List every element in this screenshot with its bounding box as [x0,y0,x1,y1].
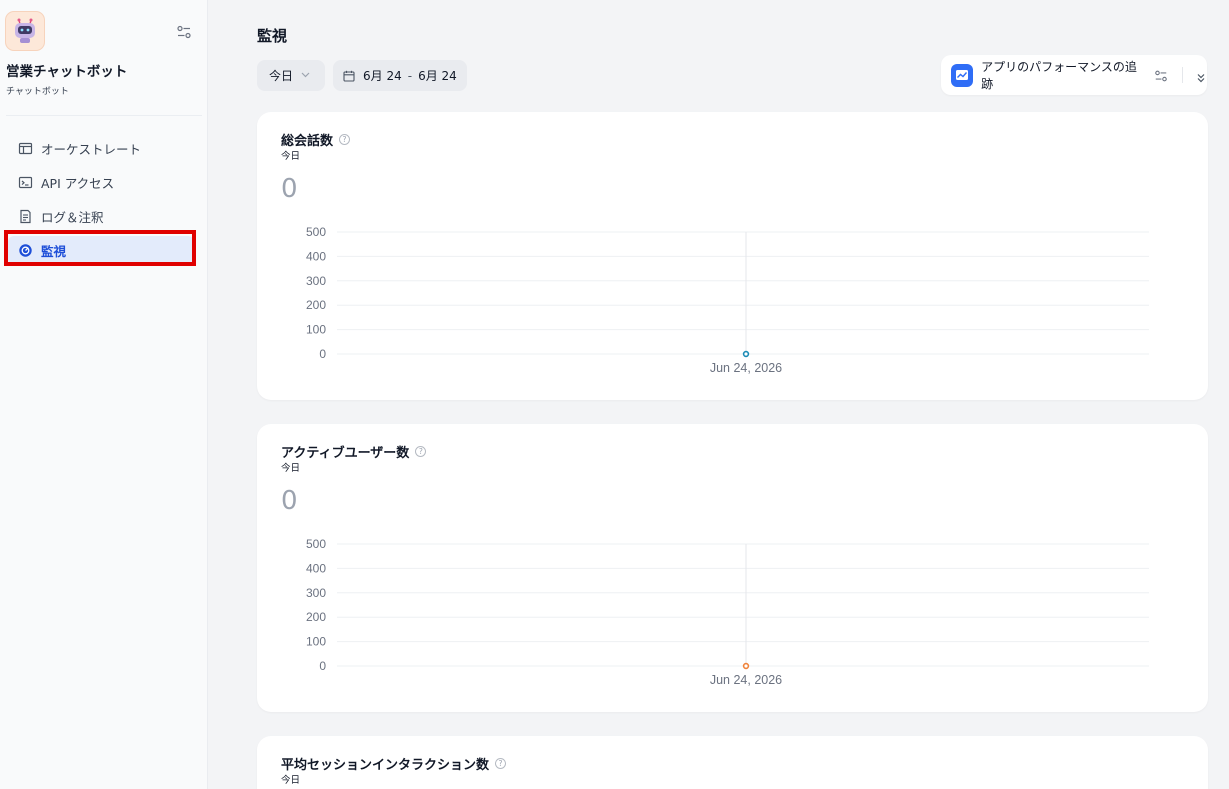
sidebar-item-orchestrate[interactable]: オーケストレート [8,134,194,163]
x-tick-label: Jun 24, 2026 [710,673,782,687]
date-separator: - [407,68,413,83]
app-settings-icon[interactable] [176,24,192,40]
app-type: チャットボット [6,87,69,97]
layout-icon [18,141,33,156]
calendar-icon [343,70,355,82]
help-icon[interactable]: ? [495,758,507,769]
page-title: 監視 [257,27,288,45]
y-tick-label: 100 [306,323,326,337]
sidebar-item-label: オーケストレート [41,142,142,157]
tracking-divider [1182,67,1183,83]
tracking-label: アプリのパフォーマンスの追跡 [981,60,1137,91]
active-users-card: アクティブユーザー数 ? 今日 0 500 400 300 200 100 0 Jun 24… [257,424,1208,712]
y-tick-label: 500 [306,537,326,551]
y-tick-label: 500 [306,225,326,239]
y-tick-label: 200 [306,610,326,624]
robot-icon [5,11,45,51]
total-conversations-chart: 500 400 300 200 100 0 Jun 24, 2026 [306,225,1149,375]
chevron-down-icon [301,71,310,81]
y-tick-label: 0 [319,347,326,361]
tracking-app-icon [951,63,974,87]
data-point[interactable] [742,350,750,358]
period-value: 今日 [269,69,294,83]
sidebar-item-label: API アクセス [41,176,115,191]
y-tick-label: 0 [319,659,326,673]
period-select[interactable]: 今日 [257,60,325,91]
card-title: 平均セッションインタラクション数 ? [281,754,507,773]
date-start: 6月 24 [363,69,402,83]
y-tick-label: 100 [306,635,326,649]
total-conversations-card: 総会話数 ? 今日 0 500 400 300 200 100 0 Jun 24, 2026 [257,112,1208,400]
data-point[interactable] [742,662,750,670]
sidebar-item-monitoring[interactable]: 監視 [8,236,194,265]
sidebar-item-api-access[interactable]: API アクセス [8,168,194,197]
double-chevron-down-icon[interactable] [1195,69,1207,83]
active-users-chart: 500 400 300 200 100 0 Jun 24, 2026 [306,537,1149,687]
terminal-icon [18,175,33,190]
tracking-settings-icon[interactable] [1154,68,1168,82]
performance-tracking-panel: アプリのパフォーマンスの追跡 [941,55,1207,95]
y-tick-label: 300 [306,586,326,600]
y-tick-label: 400 [306,249,326,263]
y-tick-label: 400 [306,561,326,575]
date-end: 6月 24 [418,69,457,83]
y-tick-label: 200 [306,298,326,312]
card-subtitle: 今日 [281,775,301,786]
sidebar-item-label: 監視 [41,244,67,259]
main-content: 監視 今日 6月 24 - 6月 24 アプリのパフォーマンスの追跡 総会話数 … [209,0,1229,789]
sidebar-nav: オーケストレート API アクセス ログ＆注釈 監視 [8,134,194,270]
sidebar-item-logs[interactable]: ログ＆注釈 [8,202,194,231]
x-tick-label: Jun 24, 2026 [710,361,782,375]
sidebar: 営業チャットボット チャットボット オーケストレート API アクセス ログ＆注… [0,0,208,789]
y-tick-label: 300 [306,274,326,288]
card-title-text: 平均セッションインタラクション数 [281,758,490,773]
document-icon [18,209,33,224]
avg-session-interactions-card: 平均セッションインタラクション数 ? 今日 [257,736,1208,789]
sidebar-divider [6,115,202,116]
date-range-picker[interactable]: 6月 24 - 6月 24 [333,60,467,91]
gauge-icon [18,243,33,258]
app-name: 営業チャットボット [6,64,128,80]
sidebar-item-label: ログ＆注釈 [41,210,104,225]
